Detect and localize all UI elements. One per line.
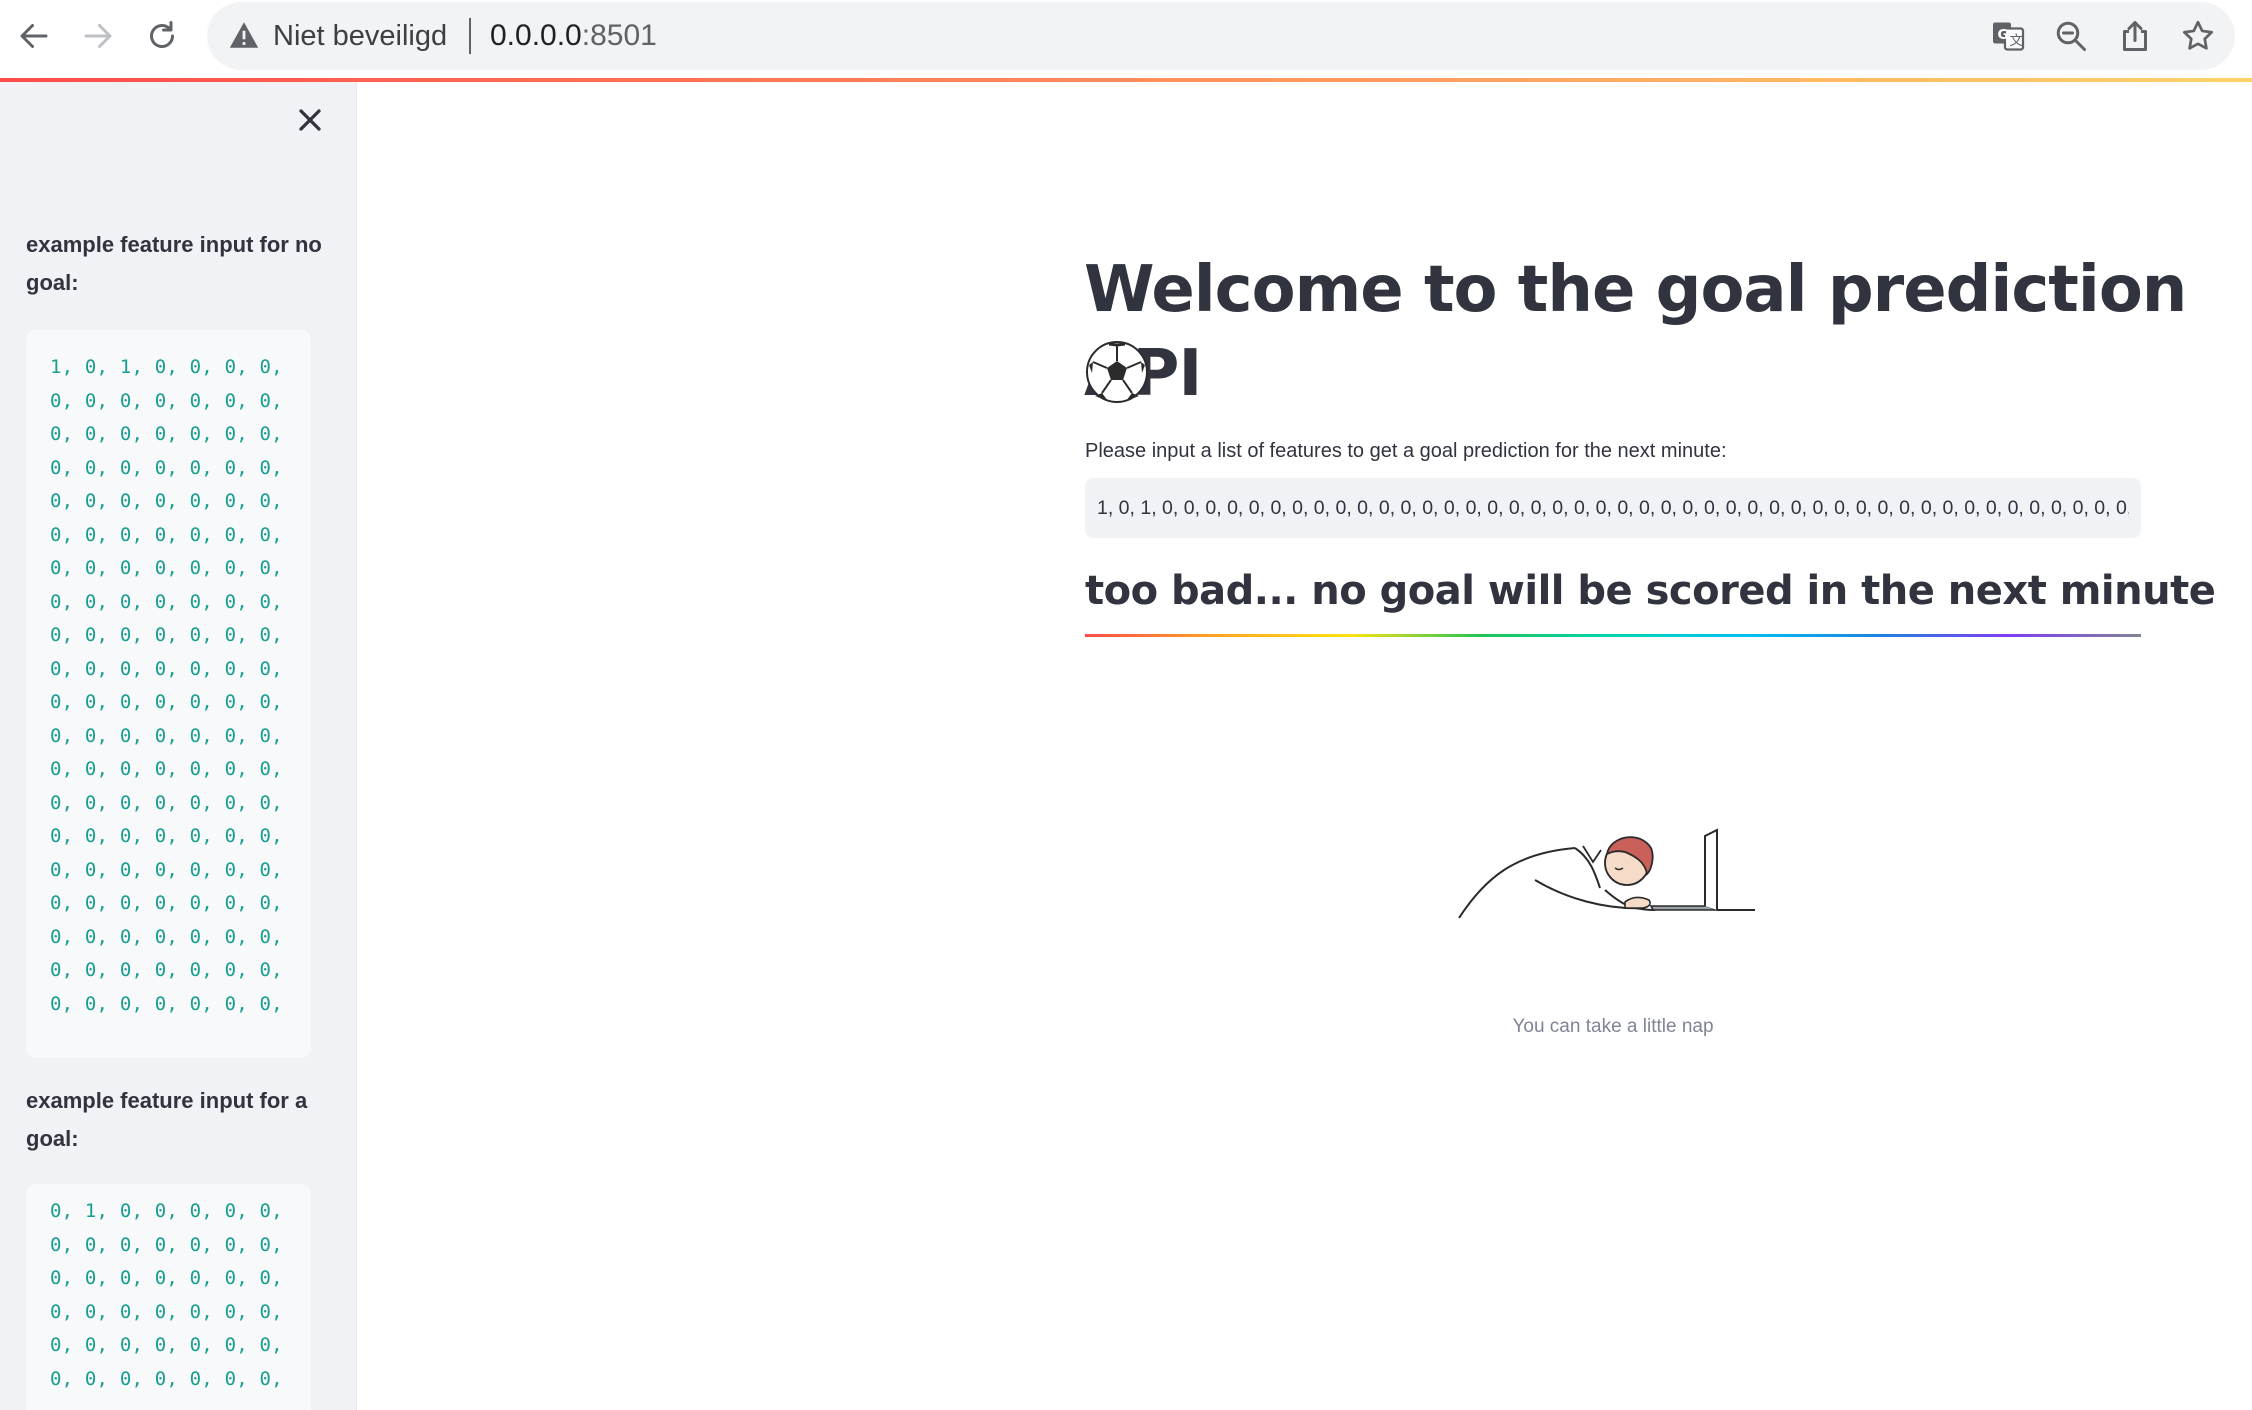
reload-icon[interactable] [140, 14, 184, 58]
heading-divider [1085, 634, 2141, 637]
close-icon[interactable] [292, 102, 328, 138]
code-line: 0, 0, 0, 0, 0, 0, 0, [50, 1233, 283, 1256]
code-line: 0, 1, 0, 0, 0, 0, 0, [50, 1200, 283, 1222]
address-bar[interactable]: Niet beveiligd 0.0.0.0:8501 G 文 [207, 2, 2235, 70]
code-line: 0, 0, 0, 0, 0, 0, 0, [50, 724, 283, 747]
code-line: 0, 0, 0, 0, 0, 0, 0, [50, 1334, 283, 1356]
omnibox-divider [469, 18, 471, 54]
code-line: 0, 0, 0, 0, 0, 0, 0, [50, 1300, 283, 1323]
code-line: 0, 0, 0, 0, 0, 0, 0, [50, 590, 283, 613]
zoom-icon[interactable] [2053, 18, 2089, 54]
code-line: 0, 0, 0, 0, 0, 0, 0, [50, 925, 283, 948]
code-line: 0, 0, 0, 0, 0, 0, 0, [50, 557, 283, 579]
back-arrow-icon[interactable] [12, 14, 56, 58]
goal-example-label: example feature input for a goal: [26, 1088, 308, 1151]
sidebar: example feature input for no goal: 1, 0,… [0, 82, 357, 1410]
code-line: 0, 0, 0, 0, 0, 0, 0, [50, 657, 283, 680]
warning-icon[interactable] [227, 18, 261, 52]
goal-code-block[interactable]: 0, 1, 0, 0, 0, 0, 0, 0, 0, 0, 0, 0, 0, 0,… [26, 1184, 311, 1410]
share-icon[interactable] [2117, 18, 2153, 54]
page-title: Welcome to the goal prediction API [1084, 253, 2187, 411]
forward-arrow-icon[interactable] [76, 14, 120, 58]
no-goal-example-label: example feature input for no goal: [26, 232, 322, 295]
bookmark-star-icon[interactable] [2180, 18, 2216, 54]
url-text[interactable]: 0.0.0.0:8501 [490, 2, 657, 70]
url-host: 0.0.0.0 [490, 19, 582, 52]
code-line: 0, 0, 0, 0, 0, 0, 0, [50, 758, 283, 780]
no-goal-code-block[interactable]: 1, 0, 1, 0, 0, 0, 0, 0, 0, 0, 0, 0, 0, 0,… [26, 330, 311, 1058]
browser-toolbar: Niet beveiligd 0.0.0.0:8501 G 文 [0, 0, 2252, 78]
code-line: 1, 0, 1, 0, 0, 0, 0, [50, 356, 283, 378]
code-line: 0, 0, 0, 0, 0, 0, 0, [50, 791, 283, 814]
code-line: 0, 0, 0, 0, 0, 0, 0, [50, 624, 283, 646]
feature-input-label: Please input a list of features to get a… [1085, 440, 1727, 462]
code-line: 0, 0, 0, 0, 0, 0, 0, [50, 825, 283, 847]
code-line: 0, 0, 0, 0, 0, 0, 0, [50, 858, 283, 881]
feature-input[interactable] [1085, 478, 2141, 538]
svg-text:G: G [1998, 27, 2009, 43]
svg-text:文: 文 [2010, 33, 2024, 49]
code-line: 0, 0, 0, 0, 0, 0, 0, [50, 992, 283, 1015]
code-line: 0, 0, 0, 0, 0, 0, 0, [50, 691, 283, 713]
code-line: 0, 0, 0, 0, 0, 0, 0, [50, 1367, 283, 1390]
code-line: 0, 0, 0, 0, 0, 0, 0, [50, 523, 283, 546]
translate-icon[interactable]: G 文 [1990, 18, 2026, 54]
code-line: 0, 0, 0, 0, 0, 0, 0, [50, 1267, 283, 1289]
code-line: 0, 0, 0, 0, 0, 0, 0, [50, 389, 283, 412]
url-port: :8501 [581, 19, 657, 52]
security-status[interactable]: Niet beveiligd [273, 2, 447, 70]
code-line: 0, 0, 0, 0, 0, 0, 0, [50, 959, 283, 981]
prediction-result-heading: too bad... no goal will be scored in the… [1085, 568, 2216, 614]
code-line: 0, 0, 0, 0, 0, 0, 0, [50, 423, 283, 445]
soccer-ball-icon [1086, 341, 1148, 403]
code-line: 0, 0, 0, 0, 0, 0, 0, [50, 456, 283, 479]
code-line: 0, 0, 0, 0, 0, 0, 0, [50, 490, 283, 512]
sleeping-at-laptop-illustration [1458, 828, 1755, 919]
image-caption: You can take a little nap [1512, 1016, 1714, 1037]
code-line: 0, 0, 0, 0, 0, 0, 0, [50, 892, 283, 914]
